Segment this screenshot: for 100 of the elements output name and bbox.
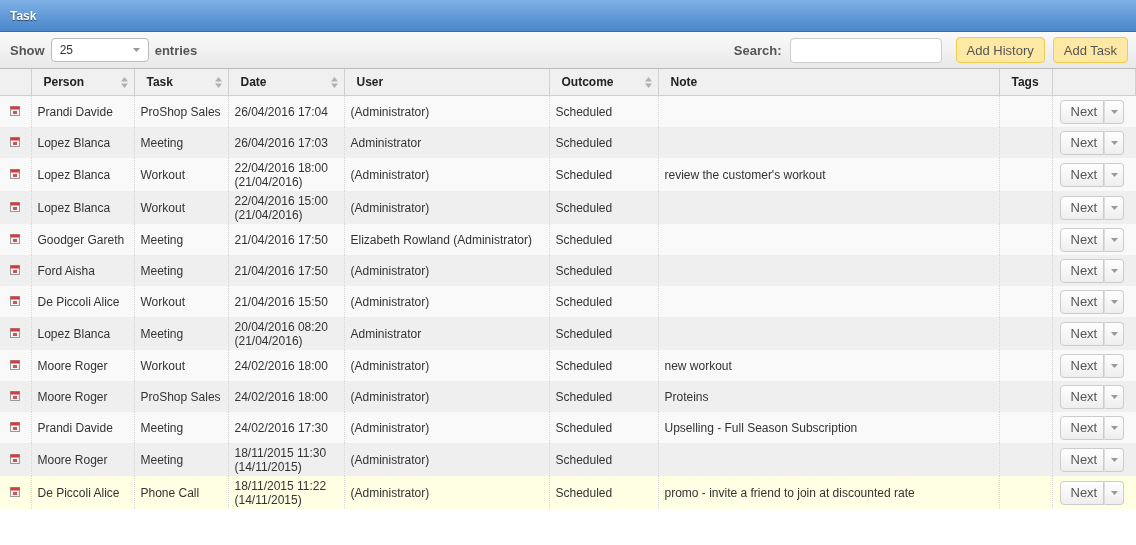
next-button[interactable]: Next <box>1059 195 1105 220</box>
table-cell: Prandi Davide <box>37 420 113 435</box>
dropdown-button[interactable] <box>1104 384 1125 409</box>
table-cell: Scheduled <box>555 232 613 247</box>
table-cell: 21/04/2016 17:50 <box>234 232 328 247</box>
column-header[interactable]: User <box>344 69 549 96</box>
table-cell: review the customer's workout <box>664 167 826 182</box>
table-cell: (Administrator) <box>350 104 430 119</box>
table-cell: Workout <box>140 167 185 182</box>
table-cell: Scheduled <box>555 485 613 500</box>
next-button[interactable]: Next <box>1059 162 1105 187</box>
column-header[interactable]: Person <box>31 69 134 96</box>
add-button[interactable]: Add History <box>955 37 1045 63</box>
table-cell: Scheduled <box>555 167 613 182</box>
table-cell: 26/04/2016 17:04 <box>234 104 328 119</box>
table-cell: Meeting <box>140 326 184 341</box>
caret-icon <box>1110 363 1118 368</box>
column-header[interactable]: Note <box>658 69 999 96</box>
caret-icon <box>132 48 140 52</box>
table-cell: 24/02/2016 17:30 <box>234 420 328 435</box>
next-button[interactable]: Next <box>1059 480 1105 505</box>
table-cell: Proteins <box>664 389 709 404</box>
table-cell: Phone Call <box>140 485 200 500</box>
sort-icon <box>120 76 128 88</box>
dropdown-button[interactable] <box>1104 227 1125 252</box>
next-button[interactable]: Next <box>1059 384 1105 409</box>
table-cell: (Administrator) <box>350 263 430 278</box>
table-cell: Goodger Gareth <box>37 232 125 247</box>
table-cell: Workout <box>140 200 185 215</box>
table-cell: 21/04/2016 17:50 <box>234 263 328 278</box>
column-header[interactable]: Task <box>134 69 228 96</box>
search-field[interactable] <box>789 37 942 63</box>
dropdown-button[interactable] <box>1104 321 1125 346</box>
calendar-icon <box>10 358 20 370</box>
dropdown-button[interactable] <box>1104 99 1125 124</box>
next-button[interactable]: Next <box>1059 130 1105 155</box>
caret-icon <box>1110 205 1118 210</box>
table-cell: Workout <box>140 294 185 309</box>
table-cell: Moore Roger <box>37 389 108 404</box>
caret-icon <box>1110 268 1118 273</box>
next-button[interactable]: Next <box>1059 258 1105 283</box>
search-label: Search: <box>733 42 782 58</box>
table-cell: Scheduled <box>555 263 613 278</box>
table-cell: Administrator <box>350 135 422 150</box>
column-header[interactable]: Outcome <box>549 69 658 96</box>
table-cell: (Administrator) <box>350 167 430 182</box>
dropdown-button[interactable] <box>1104 480 1125 505</box>
table-cell: Ford Aisha <box>37 263 95 278</box>
dropdown-button[interactable] <box>1104 415 1125 440</box>
table-cell: (Administrator) <box>350 485 430 500</box>
table-cell: Moore Roger <box>37 358 108 373</box>
column-header[interactable]: Tags <box>999 69 1052 96</box>
table-cell: Lopez Blanca <box>37 200 111 215</box>
table-cell: Meeting <box>140 452 184 467</box>
table-cell: ProShop Sales <box>140 104 221 119</box>
column-header[interactable]: Date <box>228 69 344 96</box>
next-button[interactable]: Next <box>1059 99 1105 124</box>
next-button[interactable]: Next <box>1059 353 1105 378</box>
calendar-icon <box>10 135 20 147</box>
sort-icon <box>214 76 222 88</box>
table-cell: Prandi Davide <box>37 104 113 119</box>
page-size-select[interactable]: 25 <box>50 38 149 62</box>
caret-icon <box>1110 457 1118 462</box>
table-cell: ProShop Sales <box>140 389 221 404</box>
next-button[interactable]: Next <box>1059 321 1105 346</box>
next-button[interactable]: Next <box>1059 227 1105 252</box>
table-cell: 21/04/2016 15:50 <box>234 294 328 309</box>
caret-icon <box>1110 425 1118 430</box>
caret-icon <box>1110 331 1118 336</box>
table-cell: Lopez Blanca <box>37 135 111 150</box>
table-cell: Scheduled <box>555 200 613 215</box>
dropdown-button[interactable] <box>1104 162 1125 187</box>
table-cell: new workout <box>664 358 732 373</box>
caret-icon <box>1110 109 1118 114</box>
table-cell: 26/04/2016 17:03 <box>234 135 328 150</box>
next-button[interactable]: Next <box>1059 415 1105 440</box>
dropdown-button[interactable] <box>1104 447 1125 472</box>
table-cell: Meeting <box>140 135 184 150</box>
window-title: Task <box>10 8 37 23</box>
dropdown-button[interactable] <box>1104 353 1125 378</box>
dropdown-button[interactable] <box>1104 195 1125 220</box>
dropdown-button[interactable] <box>1104 289 1125 314</box>
table-cell: Lopez Blanca <box>37 326 111 341</box>
table-cell: 24/02/2016 18:00 <box>234 389 328 404</box>
next-button[interactable]: Next <box>1059 447 1105 472</box>
caret-icon <box>1110 172 1118 177</box>
caret-icon <box>1110 299 1118 304</box>
caret-icon <box>1110 237 1118 242</box>
dropdown-button[interactable] <box>1104 258 1125 283</box>
table-cell: Scheduled <box>555 294 613 309</box>
next-button[interactable]: Next <box>1059 289 1105 314</box>
dropdown-button[interactable] <box>1104 130 1125 155</box>
table-cell: Scheduled <box>555 326 613 341</box>
table-cell: 24/02/2016 18:00 <box>234 358 328 373</box>
calendar-icon <box>10 200 20 212</box>
calendar-icon <box>10 104 20 116</box>
calendar-icon <box>10 294 20 306</box>
add-button[interactable]: Add Task <box>1052 37 1128 63</box>
table-cell: De Piccoli Alice <box>37 485 120 500</box>
table-cell: Elizabeth Rowland (Administrator) <box>350 232 532 247</box>
